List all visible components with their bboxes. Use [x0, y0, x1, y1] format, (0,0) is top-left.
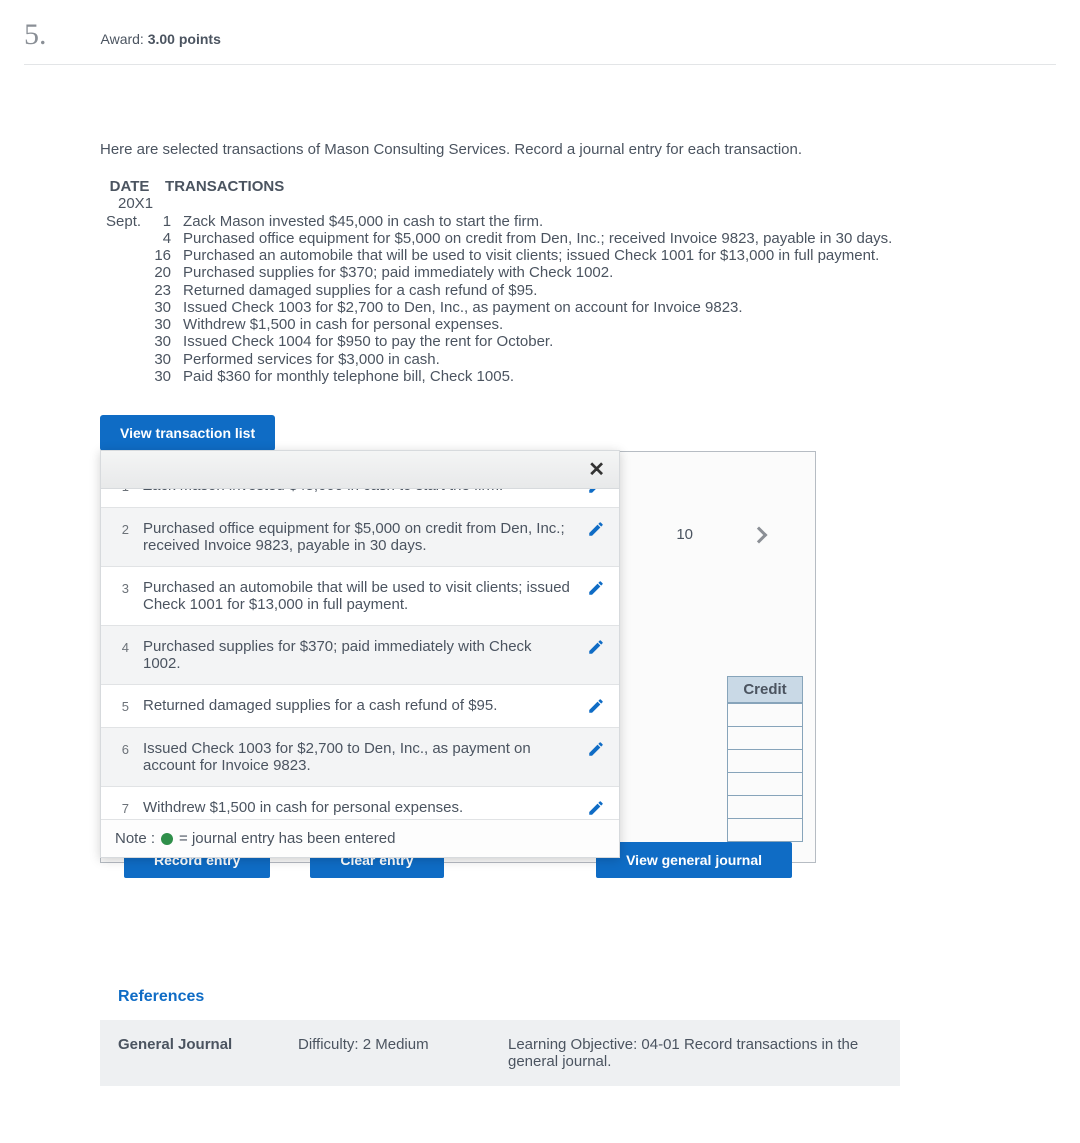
references-heading[interactable]: References: [118, 988, 1056, 1006]
popup-item[interactable]: 6 Issued Check 1003 for $2,700 to Den, In…: [101, 728, 619, 787]
col-transactions: TRANSACTIONS: [159, 178, 290, 195]
journal-panel: 10 Credit ✕ 1 Zack Mason invested $45,000…: [100, 451, 816, 863]
pencil-icon[interactable]: [587, 697, 605, 715]
year-label: 20X1: [112, 195, 159, 212]
day-cell: 30: [145, 333, 177, 350]
transaction-text: Purchased office equipment for $5,000 on…: [177, 230, 898, 247]
month-cell: [100, 230, 145, 247]
month-cell: [100, 368, 145, 385]
col-date: DATE: [100, 178, 159, 195]
transaction-text: Withdrew $1,500 in cash for personal exp…: [177, 316, 898, 333]
credit-header: Credit: [727, 676, 803, 703]
ref-difficulty: Difficulty: 2 Medium: [298, 1036, 498, 1070]
month-cell: Sept.: [100, 213, 145, 230]
month-cell: [100, 351, 145, 368]
transactions-table: DATE TRANSACTIONS 20X1 Sept.1Zack Mason …: [100, 178, 1056, 385]
award-line: Award: 3.00 points: [101, 31, 221, 47]
month-cell: [100, 264, 145, 281]
popup-item-text: Zack Mason invested $45,000 in cash to s…: [143, 489, 573, 494]
entered-dot-icon: [161, 833, 173, 845]
view-transaction-list-tab[interactable]: View transaction list: [100, 415, 275, 451]
pencil-icon[interactable]: [587, 579, 605, 597]
view-general-journal-button[interactable]: View general journal: [596, 842, 792, 878]
transaction-text: Returned damaged supplies for a cash ref…: [177, 282, 898, 299]
credit-column[interactable]: [727, 703, 803, 842]
month-cell: [100, 316, 145, 333]
transaction-text: Performed services for $3,000 in cash.: [177, 351, 898, 368]
transaction-text: Purchased supplies for $370; paid immedi…: [177, 264, 898, 281]
month-cell: [100, 282, 145, 299]
day-cell: 30: [145, 316, 177, 333]
popup-item[interactable]: 4 Purchased supplies for $370; paid immed…: [101, 626, 619, 685]
day-cell: 20: [145, 264, 177, 281]
day-cell: 30: [145, 351, 177, 368]
popup-item-text: Withdrew $1,500 in cash for personal exp…: [143, 799, 573, 816]
popup-item-text: Returned damaged supplies for a cash ref…: [143, 697, 573, 714]
question-number: 5.: [24, 18, 47, 52]
transaction-text: Issued Check 1003 for $2,700 to Den, Inc…: [177, 299, 898, 316]
question-stem: Here are selected transactions of Mason …: [100, 141, 1056, 158]
ref-learning-objective: Learning Objective: 04-01 Record transac…: [508, 1036, 882, 1070]
note-prefix: Note :: [115, 830, 155, 847]
pager-number: 10: [676, 526, 693, 543]
pencil-icon[interactable]: [587, 520, 605, 538]
popup-item-number: 5: [115, 697, 129, 714]
award-label: Award:: [101, 31, 148, 47]
day-cell: 23: [145, 282, 177, 299]
popup-item-text: Purchased an automobile that will be use…: [143, 579, 573, 613]
pencil-icon[interactable]: [587, 740, 605, 758]
pencil-icon[interactable]: [587, 489, 605, 495]
popup-item[interactable]: 1 Zack Mason invested $45,000 in cash to …: [101, 489, 619, 508]
award-value: 3.00 points: [148, 31, 221, 47]
popup-item-number: 1: [115, 489, 129, 494]
popup-item-number: 3: [115, 579, 129, 596]
day-cell: 16: [145, 247, 177, 264]
chevron-right-icon[interactable]: [751, 526, 768, 543]
transaction-text: Zack Mason invested $45,000 in cash to s…: [177, 213, 898, 230]
close-icon[interactable]: ✕: [588, 457, 605, 482]
day-cell: 30: [145, 299, 177, 316]
references-table: General Journal Difficulty: 2 Medium Lea…: [100, 1020, 900, 1086]
footnote: Note : = journal entry has been entered: [101, 819, 619, 857]
transaction-text: Issued Check 1004 for $950 to pay the re…: [177, 333, 898, 350]
popup-item-number: 6: [115, 740, 129, 757]
popup-item[interactable]: 5 Returned damaged supplies for a cash re…: [101, 685, 619, 728]
popup-item[interactable]: 7 Withdrew $1,500 in cash for personal ex…: [101, 787, 619, 819]
popup-item-number: 2: [115, 520, 129, 537]
pencil-icon[interactable]: [587, 638, 605, 656]
popup-item-text: Purchased supplies for $370; paid immedi…: [143, 638, 573, 672]
ref-general-journal: General Journal: [118, 1036, 232, 1053]
note-suffix: = journal entry has been entered: [179, 830, 395, 847]
pencil-icon[interactable]: [587, 799, 605, 817]
day-cell: 4: [145, 230, 177, 247]
month-cell: [100, 333, 145, 350]
month-cell: [100, 299, 145, 316]
popup-item-number: 4: [115, 638, 129, 655]
popup-item-number: 7: [115, 799, 129, 816]
popup-item[interactable]: 3 Purchased an automobile that will be us…: [101, 567, 619, 626]
month-cell: [100, 247, 145, 264]
day-cell: 30: [145, 368, 177, 385]
popup-item[interactable]: 2 Purchased office equipment for $5,000 o…: [101, 508, 619, 567]
transaction-popup: ✕ 1 Zack Mason invested $45,000 in cash t…: [100, 450, 620, 858]
day-cell: 1: [145, 213, 177, 230]
divider: [24, 64, 1056, 65]
transaction-text: Paid $360 for monthly telephone bill, Ch…: [177, 368, 898, 385]
popup-item-text: Issued Check 1003 for $2,700 to Den, Inc…: [143, 740, 573, 774]
popup-item-text: Purchased office equipment for $5,000 on…: [143, 520, 573, 554]
transaction-text: Purchased an automobile that will be use…: [177, 247, 898, 264]
